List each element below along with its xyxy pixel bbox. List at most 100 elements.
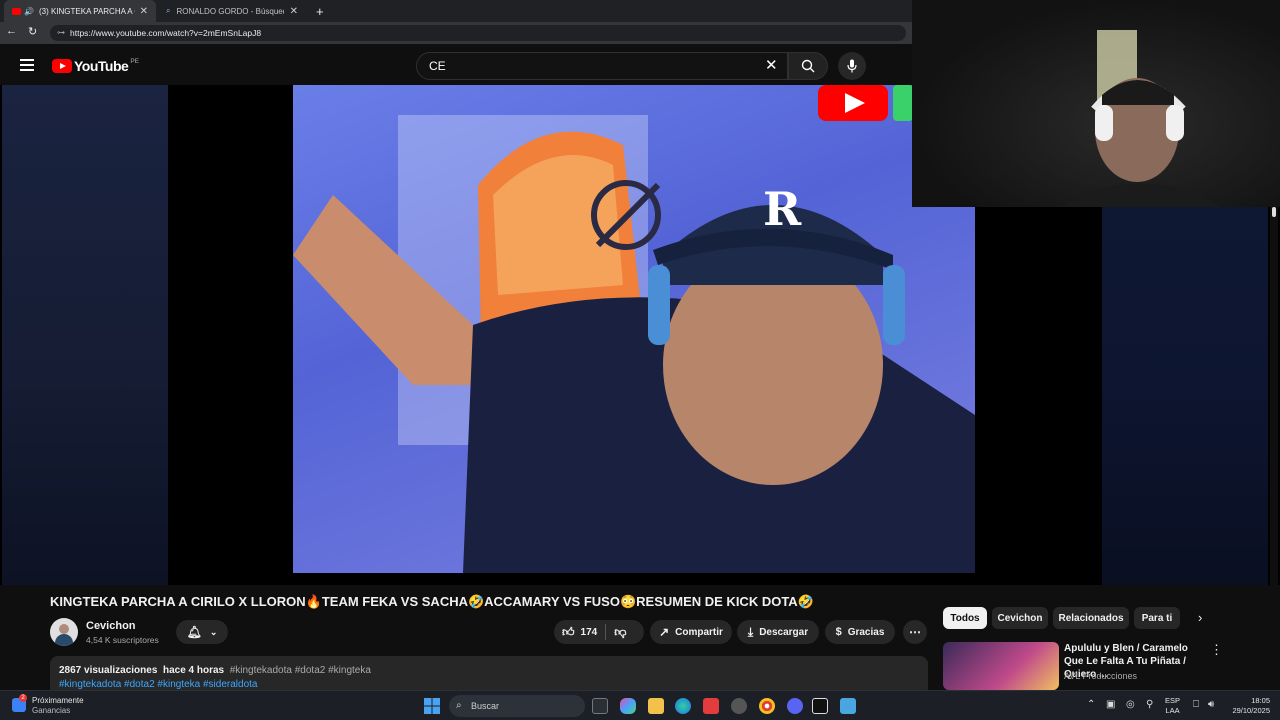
- close-tab-icon[interactable]: ✕: [140, 6, 148, 17]
- clear-search-icon[interactable]: ✕: [765, 53, 778, 79]
- thanks-label: Gracias: [847, 626, 885, 638]
- share-button[interactable]: ↗ Compartir: [650, 620, 732, 644]
- input-language[interactable]: ESP LAA: [1165, 696, 1180, 716]
- notepad-icon[interactable]: [840, 698, 856, 714]
- taskbar-search-placeholder: Buscar: [471, 701, 500, 711]
- chrome-browser-icon[interactable]: [759, 698, 775, 714]
- search-button[interactable]: [788, 52, 828, 80]
- search-icon: ⌕: [456, 700, 462, 711]
- reload-icon[interactable]: ↻: [28, 25, 37, 38]
- browser-tab-bar: 🔊 (3) KINGTEKA PARCHA A CIR ✕ ⌕ RONALDO …: [0, 0, 912, 22]
- url-field[interactable]: ⊶ https://www.youtube.com/watch?v=2mEmSn…: [50, 25, 906, 41]
- volume-icon[interactable]: 🔊︎: [1208, 699, 1214, 710]
- download-button[interactable]: ⤓ Descargar: [737, 620, 819, 644]
- svg-text:R: R: [763, 182, 802, 236]
- youtube-play-icon: [52, 59, 72, 73]
- chip-cevichon[interactable]: Cevichon: [992, 607, 1048, 629]
- share-label: Compartir: [675, 626, 723, 638]
- taskbar-search[interactable]: ⌕ Buscar: [449, 695, 585, 717]
- more-actions-button[interactable]: ⋯: [903, 620, 927, 644]
- windows-taskbar: 2 Próximamente Ganancias ⌕ Buscar ⌃ ▣ ◎ …: [0, 690, 1280, 720]
- browser-tab-google[interactable]: ⌕ RONALDO GORDO - Búsqueda ✕: [158, 0, 306, 22]
- thumbs-up-icon: 👍︎: [562, 624, 575, 639]
- thanks-button[interactable]: $ Gracias: [825, 620, 895, 644]
- chip-todos[interactable]: Todos: [943, 607, 987, 629]
- system-clock[interactable]: 18:05 29/10/2025: [1224, 696, 1270, 716]
- site-info-icon[interactable]: ⊶: [57, 25, 65, 41]
- chip-relacionados[interactable]: Relacionados: [1053, 607, 1129, 629]
- youtube-header: YouTube PE CE ✕: [0, 46, 912, 86]
- scrollbar-thumb[interactable]: [1272, 207, 1276, 217]
- show-hidden-icons-chevron-icon[interactable]: ⌃: [1087, 699, 1095, 710]
- page-scrollbar[interactable]: [1270, 207, 1278, 687]
- subscriber-count: 4,54 K suscriptores: [86, 635, 159, 645]
- like-dislike-group: 👍︎ 174 👎︎: [554, 620, 644, 644]
- ambient-glow-left: [2, 85, 168, 585]
- voice-search-button[interactable]: [838, 52, 866, 80]
- network-icon[interactable]: ⎕: [1193, 699, 1199, 710]
- start-icon[interactable]: [424, 698, 440, 714]
- download-label: Descargar: [759, 626, 809, 638]
- tray-icon-3[interactable]: ⚲: [1146, 699, 1153, 710]
- youtube-logo[interactable]: YouTube PE: [52, 58, 139, 74]
- dislike-button[interactable]: 👎︎: [614, 625, 626, 640]
- streamer-webcam-image: [1062, 30, 1222, 207]
- search-icon: [801, 59, 815, 73]
- tray-icon-1[interactable]: ▣: [1106, 699, 1115, 710]
- download-icon: ⤓: [747, 624, 754, 639]
- channel-name[interactable]: Cevichon: [86, 620, 136, 632]
- bell-icon: 🔔︎: [186, 625, 202, 639]
- chip-para-ti[interactable]: Para ti: [1134, 607, 1180, 629]
- chevron-right-icon[interactable]: ›: [1198, 610, 1202, 625]
- search-favicon-icon: ⌕: [166, 6, 171, 15]
- settings-icon[interactable]: [731, 698, 747, 714]
- like-count: 174: [580, 626, 598, 638]
- back-arrow-icon[interactable]: ←: [6, 25, 17, 37]
- discord-icon[interactable]: [787, 698, 803, 714]
- language-code: ESP: [1165, 696, 1181, 705]
- browser-tab-youtube[interactable]: 🔊 (3) KINGTEKA PARCHA A CIR ✕: [4, 0, 156, 22]
- new-tab-button[interactable]: +: [308, 0, 328, 22]
- recommendation-channel[interactable]: AVL Producciones: [1064, 671, 1137, 681]
- recommendation-thumbnail[interactable]: [943, 642, 1059, 690]
- close-tab-icon[interactable]: ✕: [290, 6, 298, 17]
- notifications-button[interactable]: 🔔︎ ⌄: [176, 620, 228, 644]
- more-options-icon: ⋯: [909, 625, 921, 639]
- tab-title: RONALDO GORDO - Búsqueda: [176, 6, 285, 16]
- clock-time: 18:05: [1251, 696, 1270, 705]
- chevron-down-icon: ⌄: [209, 626, 218, 637]
- hashtags-header[interactable]: #kingtekadota #dota2 #kingteka: [230, 665, 371, 676]
- channel-avatar[interactable]: [50, 618, 78, 646]
- upload-age: hace 4 horas: [162, 665, 225, 676]
- widget-line-1: Próximamente: [32, 696, 84, 705]
- audio-icon[interactable]: 🔊: [24, 7, 34, 16]
- share-icon: ↗: [659, 625, 670, 639]
- edge-browser-icon[interactable]: [675, 698, 691, 714]
- divider: [605, 624, 607, 640]
- tray-icon-2[interactable]: ◎: [1126, 699, 1135, 710]
- description-stats: 2867 visualizaciones hace 4 horas #kingt…: [59, 665, 371, 676]
- thumbs-down-icon: 👎︎: [614, 624, 627, 639]
- copilot-icon[interactable]: [620, 698, 636, 714]
- capcut-icon[interactable]: [812, 698, 828, 714]
- browser-address-bar: ← ↻ ⊶ https://www.youtube.com/watch?v=2m…: [0, 22, 912, 44]
- like-button[interactable]: 👍︎ 174: [562, 625, 597, 640]
- office-app-icon[interactable]: [703, 698, 719, 714]
- task-view-icon[interactable]: [592, 698, 608, 714]
- menu-icon[interactable]: [20, 59, 34, 71]
- notification-badge: 2: [19, 694, 27, 702]
- recommendation-menu-icon[interactable]: ⋮: [1210, 642, 1223, 658]
- youtube-favicon-icon: [12, 7, 21, 15]
- keyboard-layout: LAA: [1165, 706, 1180, 715]
- super-thanks-icon: $: [835, 626, 842, 638]
- view-count: 2867 visualizaciones: [59, 665, 158, 676]
- webcam-overlay: [912, 0, 1280, 207]
- file-explorer-icon[interactable]: [648, 698, 664, 714]
- hashtags-line[interactable]: #kingtekadota #dota2 #kingteka #siderald…: [59, 679, 257, 690]
- search-value: CE: [429, 59, 446, 73]
- tab-title: (3) KINGTEKA PARCHA A CIR: [38, 6, 135, 16]
- search-input[interactable]: CE ✕: [416, 52, 788, 80]
- url-text: https://www.youtube.com/watch?v=2mEmSnLa…: [70, 28, 262, 38]
- logo-wordmark: YouTube: [74, 58, 129, 74]
- clock-date: 29/10/2025: [1232, 706, 1270, 715]
